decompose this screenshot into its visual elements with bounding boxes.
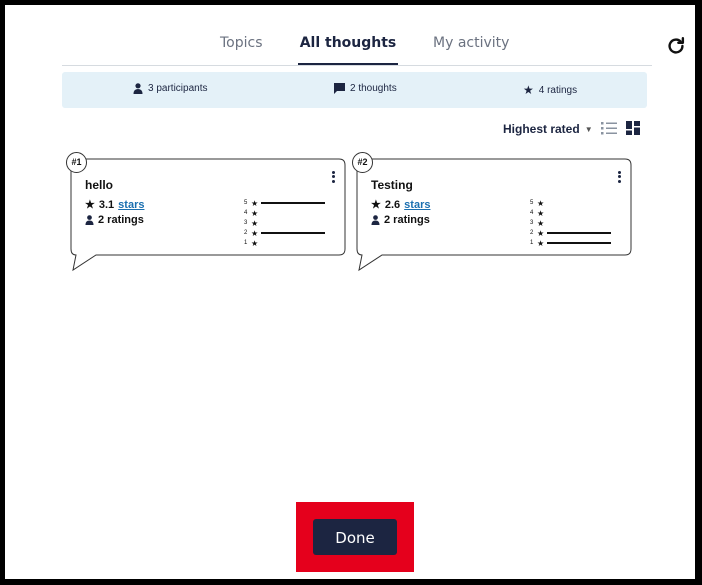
more-options-icon[interactable] — [618, 169, 624, 184]
star-level: 5 — [530, 200, 534, 206]
star-icon: ★ — [537, 218, 545, 228]
thought-card[interactable]: #1 hello ★ 3.1 stars 2 ratings 5 ★ 4 ★ 3 ★ … — [66, 152, 346, 272]
tab-all-thoughts[interactable]: All thoughts — [298, 35, 398, 51]
person-icon — [85, 215, 94, 225]
refresh-icon[interactable] — [665, 35, 687, 57]
sort-dropdown[interactable]: Highest rated ▼ — [503, 122, 593, 136]
distribution-row: 1 ★ — [530, 238, 611, 248]
tab-bar: Topics All thoughts My activity — [62, 33, 652, 66]
ratings-count-label: 2 ratings — [98, 214, 144, 226]
star-icon: ★ — [537, 208, 545, 218]
list-view-icon[interactable] — [601, 121, 617, 135]
star-icon: ★ — [523, 83, 534, 97]
card-title: Testing — [371, 178, 413, 192]
star-level: 5 — [244, 200, 248, 206]
distribution-bar — [547, 241, 611, 245]
star-level: 2 — [244, 230, 248, 236]
stars-link[interactable]: stars — [404, 199, 430, 211]
ratings-stat: ★ 4 ratings — [523, 83, 577, 97]
star-icon: ★ — [85, 199, 95, 211]
ratings-count: 2 ratings — [371, 214, 430, 226]
app-frame: Topics All thoughts My activity 3 partic… — [5, 5, 695, 579]
rank-badge: #2 — [352, 152, 373, 173]
distribution-bar — [261, 201, 325, 205]
stars-link[interactable]: stars — [118, 199, 144, 211]
star-icon: ★ — [251, 238, 259, 248]
distribution-row: 4 ★ — [244, 208, 325, 218]
distribution-row: 1 ★ — [244, 238, 325, 248]
star-icon: ★ — [537, 228, 545, 238]
done-highlight: Done — [296, 502, 414, 572]
done-button[interactable]: Done — [313, 519, 397, 555]
grid-view-icon[interactable] — [626, 121, 640, 135]
distribution-row: 4 ★ — [530, 208, 611, 218]
sort-label: Highest rated — [503, 122, 580, 136]
star-icon: ★ — [371, 199, 381, 211]
star-level: 4 — [244, 210, 248, 216]
ratings-count: 2 ratings — [85, 214, 144, 226]
distribution-row: 5 ★ — [244, 198, 325, 208]
participants-stat: 3 participants — [133, 83, 207, 94]
distribution-row: 3 ★ — [530, 218, 611, 228]
star-icon: ★ — [537, 238, 545, 248]
distribution-row: 2 ★ — [530, 228, 611, 238]
active-tab-indicator — [298, 63, 398, 65]
star-icon: ★ — [251, 218, 259, 228]
thoughts-count: 2 thoughts — [350, 83, 397, 94]
ratings-count-label: 2 ratings — [384, 214, 430, 226]
distribution-bar — [547, 231, 611, 235]
rating-distribution: 5 ★ 4 ★ 3 ★ 2 ★ 1 ★ — [530, 198, 611, 248]
star-level: 1 — [244, 240, 248, 246]
chat-bubble-icon — [334, 83, 345, 94]
card-title: hello — [85, 178, 114, 192]
rating-distribution: 5 ★ 4 ★ 3 ★ 2 ★ 1 ★ — [244, 198, 325, 248]
person-icon — [133, 83, 143, 94]
caret-down-icon: ▼ — [584, 124, 593, 134]
distribution-row: 3 ★ — [244, 218, 325, 228]
rank-badge: #1 — [66, 152, 87, 173]
star-icon: ★ — [251, 198, 259, 208]
more-options-icon[interactable] — [332, 169, 338, 184]
average-rating: ★ 3.1 stars — [85, 198, 144, 212]
star-level: 2 — [530, 230, 534, 236]
average-value: 3.1 — [98, 198, 115, 211]
average-rating: ★ 2.6 stars — [371, 198, 430, 212]
star-icon: ★ — [251, 228, 259, 238]
star-icon: ★ — [537, 198, 545, 208]
tab-topics[interactable]: Topics — [220, 35, 263, 51]
star-level: 1 — [530, 240, 534, 246]
tab-my-activity[interactable]: My activity — [433, 35, 509, 51]
thoughts-stat: 2 thoughts — [334, 83, 397, 94]
distribution-row: 2 ★ — [244, 228, 325, 238]
ratings-count: 4 ratings — [538, 84, 578, 96]
thought-card[interactable]: #2 Testing ★ 2.6 stars 2 ratings 5 ★ 4 ★ 3… — [352, 152, 632, 272]
distribution-row: 5 ★ — [530, 198, 611, 208]
person-icon — [371, 215, 380, 225]
average-value: 2.6 — [384, 198, 401, 211]
star-icon: ★ — [251, 208, 259, 218]
star-level: 3 — [244, 220, 248, 226]
stats-bar: 3 participants 2 thoughts ★ 4 ratings — [62, 72, 647, 108]
participants-count: 3 participants — [148, 83, 208, 94]
star-level: 4 — [530, 210, 534, 216]
star-level: 3 — [530, 220, 534, 226]
distribution-bar — [261, 231, 325, 235]
